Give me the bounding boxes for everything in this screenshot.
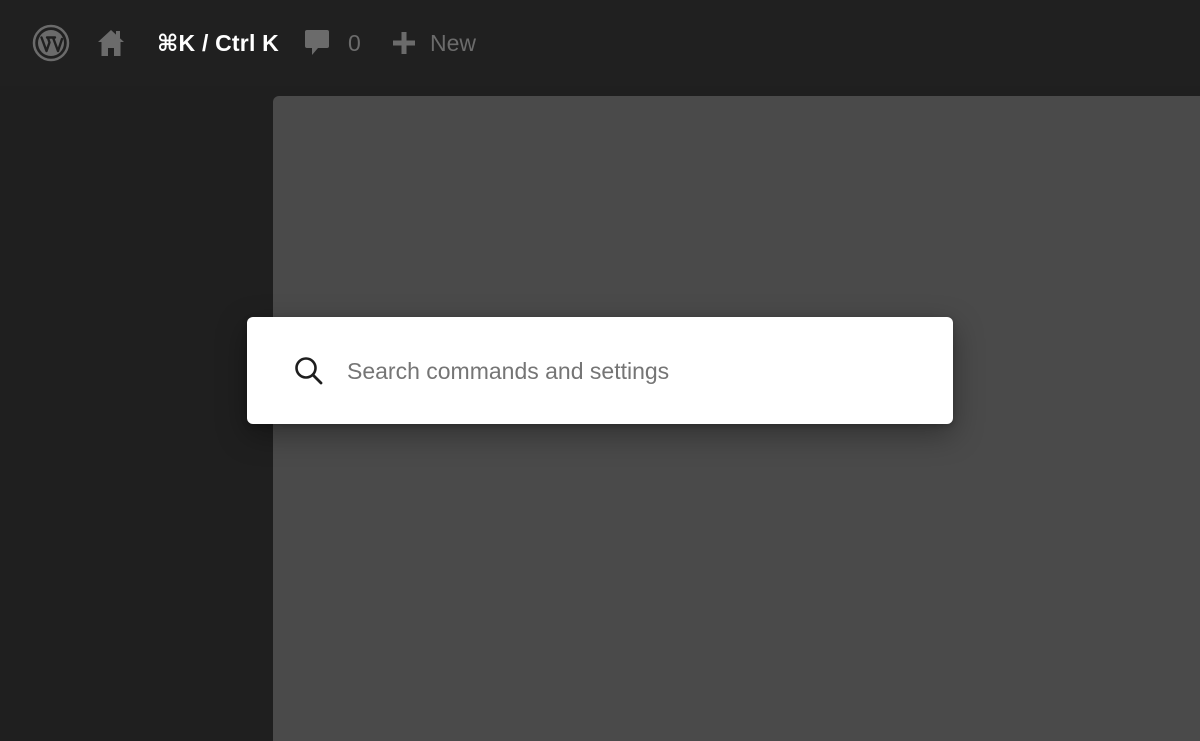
screen: ⌘K / Ctrl K 0 New: [0, 0, 1200, 741]
wordpress-logo-button[interactable]: [32, 0, 70, 86]
site-home-button[interactable]: [96, 0, 126, 86]
comments-button[interactable]: 0: [304, 0, 361, 86]
search-icon: [295, 357, 323, 385]
command-search-input[interactable]: [347, 347, 927, 395]
new-label: New: [430, 29, 477, 56]
wordpress-logo-icon: [32, 24, 70, 62]
comments-count: 0: [348, 29, 361, 56]
admin-bar: ⌘K / Ctrl K 0 New: [0, 0, 1200, 86]
sidebar: [0, 86, 272, 741]
comment-bubble-icon: [305, 30, 329, 55]
home-icon: [98, 30, 124, 56]
command-palette-shortcut[interactable]: ⌘K / Ctrl K: [157, 0, 279, 86]
plus-icon: [393, 32, 415, 54]
new-content-button[interactable]: New: [392, 0, 476, 86]
command-palette: [247, 317, 953, 424]
